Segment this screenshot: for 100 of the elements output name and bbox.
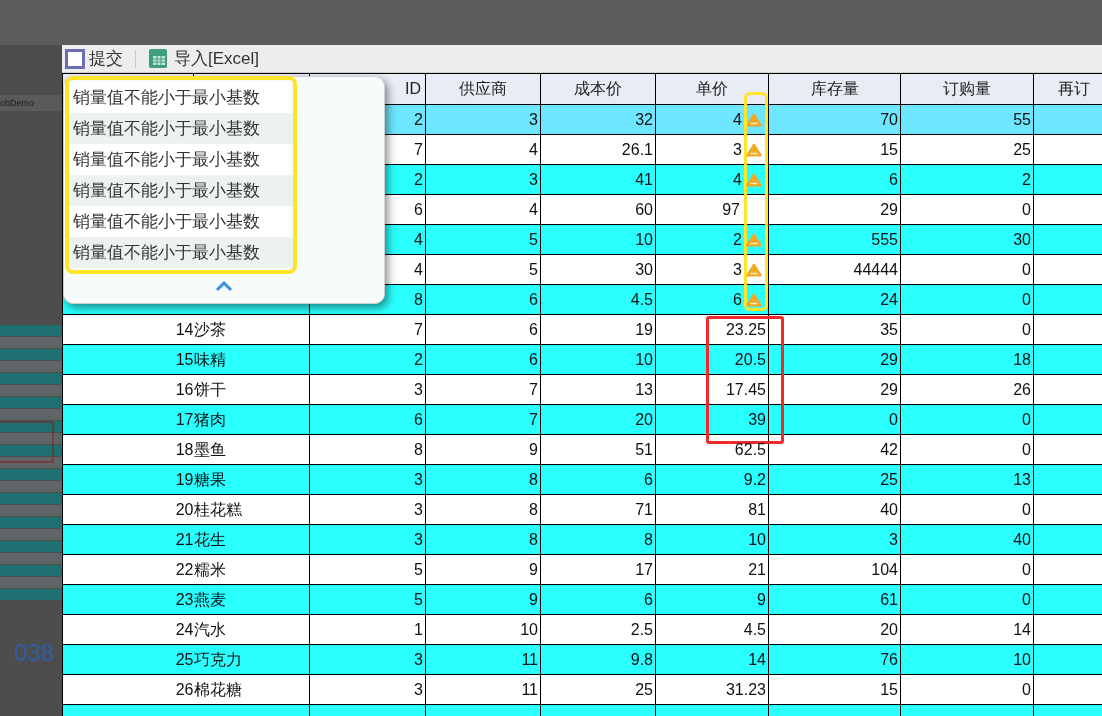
import-button[interactable]: 导入[Excel] <box>148 45 260 72</box>
table-cell: 11 <box>425 644 541 675</box>
table-cell: 20 <box>768 614 901 645</box>
submit-button[interactable]: 提交 <box>65 45 123 72</box>
table-cell: 9 <box>425 554 541 585</box>
column-header[interactable]: 再订 <box>1033 73 1102 105</box>
table-cell: 2 <box>655 224 769 255</box>
table-cell: 11 <box>425 674 541 705</box>
table-cell: 0 <box>768 404 901 435</box>
table-cell: 0 <box>900 674 1034 705</box>
table-cell: 18 <box>62 434 194 465</box>
table-cell: 15 <box>768 674 901 705</box>
table-cell: 55 <box>900 104 1034 135</box>
square-icon <box>65 48 85 69</box>
table-cell: 24 <box>768 284 901 315</box>
table-cell: 3 <box>309 644 426 675</box>
table-cell: 26.1 <box>540 134 656 165</box>
table-cell: 19 <box>540 314 656 345</box>
table-cell: 51 <box>540 434 656 465</box>
table-cell: 猪肉 <box>193 404 310 435</box>
table-cell: 6 <box>425 314 541 345</box>
table-cell: 61 <box>768 584 901 615</box>
number-label: 038 <box>14 639 55 666</box>
table-cell: 0 <box>900 494 1034 525</box>
table-cell: 9 <box>425 434 541 465</box>
table-cell: 8 <box>425 524 541 555</box>
table-cell: 6 <box>540 584 656 615</box>
table-cell: 104 <box>768 554 901 585</box>
column-header[interactable]: 库存量 <box>768 73 901 105</box>
table-cell: 41 <box>540 164 656 195</box>
column-header[interactable]: 单价 <box>655 73 769 105</box>
table-cell: 10 <box>540 224 656 255</box>
table-cell: 8 <box>309 434 426 465</box>
table-cell: 32 <box>540 104 656 135</box>
table-cell: 5 <box>425 224 541 255</box>
table-cell: 31.23 <box>655 674 769 705</box>
table-cell: 76 <box>768 644 901 675</box>
table-cell: 7 <box>425 374 541 405</box>
table-cell: 3 <box>309 464 426 495</box>
table-cell: 6 <box>768 164 901 195</box>
table-cell: 7 <box>309 314 426 345</box>
table-cell: 3 <box>655 134 769 165</box>
table-cell: 4.5 <box>655 614 769 645</box>
error-message: 销量值不能小于最小基数 <box>69 206 293 237</box>
table-cell: 0 <box>900 194 1034 225</box>
table-cell: 3 <box>309 674 426 705</box>
spreadsheet-icon <box>148 47 170 70</box>
table-cell: 14 <box>900 614 1034 645</box>
table-cell: 糖果 <box>193 464 310 495</box>
table-cell: 0 <box>900 404 1034 435</box>
table-cell: 沙茶 <box>193 314 310 345</box>
table-cell: 20 <box>62 494 194 525</box>
table-cell: 桂花糕 <box>193 494 310 525</box>
table-cell: 4.5 <box>540 284 656 315</box>
table-cell: 15 <box>768 134 901 165</box>
table-cell: 16 <box>62 374 194 405</box>
table-cell: 味精 <box>193 344 310 375</box>
table-cell: 糯米 <box>193 554 310 585</box>
table-cell: 5 <box>425 254 541 285</box>
table-cell: 3 <box>309 374 426 405</box>
table-cell: 15 <box>62 344 194 375</box>
table-cell: 17.45 <box>655 374 769 405</box>
table-cell: 40 <box>768 494 901 525</box>
table-cell: 13 <box>540 374 656 405</box>
table-cell: 13 <box>900 464 1034 495</box>
table-cell: 62.5 <box>655 434 769 465</box>
table-cell: 26 <box>62 674 194 705</box>
table-cell: 0 <box>900 314 1034 345</box>
table-cell: 6 <box>540 464 656 495</box>
table-cell: 3 <box>655 254 769 285</box>
error-message: 销量值不能小于最小基数 <box>69 144 293 175</box>
error-message: 销量值不能小于最小基数 <box>69 237 293 268</box>
table-cell: 19 <box>62 464 194 495</box>
column-header[interactable]: 订购量 <box>900 73 1034 105</box>
table-cell: 9 <box>425 584 541 615</box>
table-cell: 25 <box>540 674 656 705</box>
table-cell: 10 <box>900 644 1034 675</box>
column-header[interactable]: 供应商 <box>425 73 541 105</box>
table-cell: 8 <box>425 494 541 525</box>
table-cell: 25 <box>768 464 901 495</box>
table-cell: 5 <box>309 554 426 585</box>
chevron-up-icon[interactable] <box>215 280 233 292</box>
column-header[interactable]: 成本价 <box>540 73 656 105</box>
table-cell: 0 <box>900 284 1034 315</box>
table-cell: 39 <box>655 404 769 435</box>
table-cell: 6 <box>655 284 769 315</box>
table-cell: 97 <box>655 194 769 225</box>
table-cell: 2.5 <box>540 614 656 645</box>
table-cell: 10 <box>655 524 769 555</box>
table-cell: 21 <box>655 554 769 585</box>
table-cell: 29 <box>768 344 901 375</box>
table-cell: 燕麦 <box>193 584 310 615</box>
table-cell: 42 <box>768 434 901 465</box>
table-cell: 10 <box>425 614 541 645</box>
table-cell: 26 <box>900 374 1034 405</box>
table-cell: 0 <box>900 434 1034 465</box>
table-cell: 7 <box>425 404 541 435</box>
table-cell: 71 <box>540 494 656 525</box>
table-cell: 0 <box>900 554 1034 585</box>
table-cell: 22 <box>62 554 194 585</box>
